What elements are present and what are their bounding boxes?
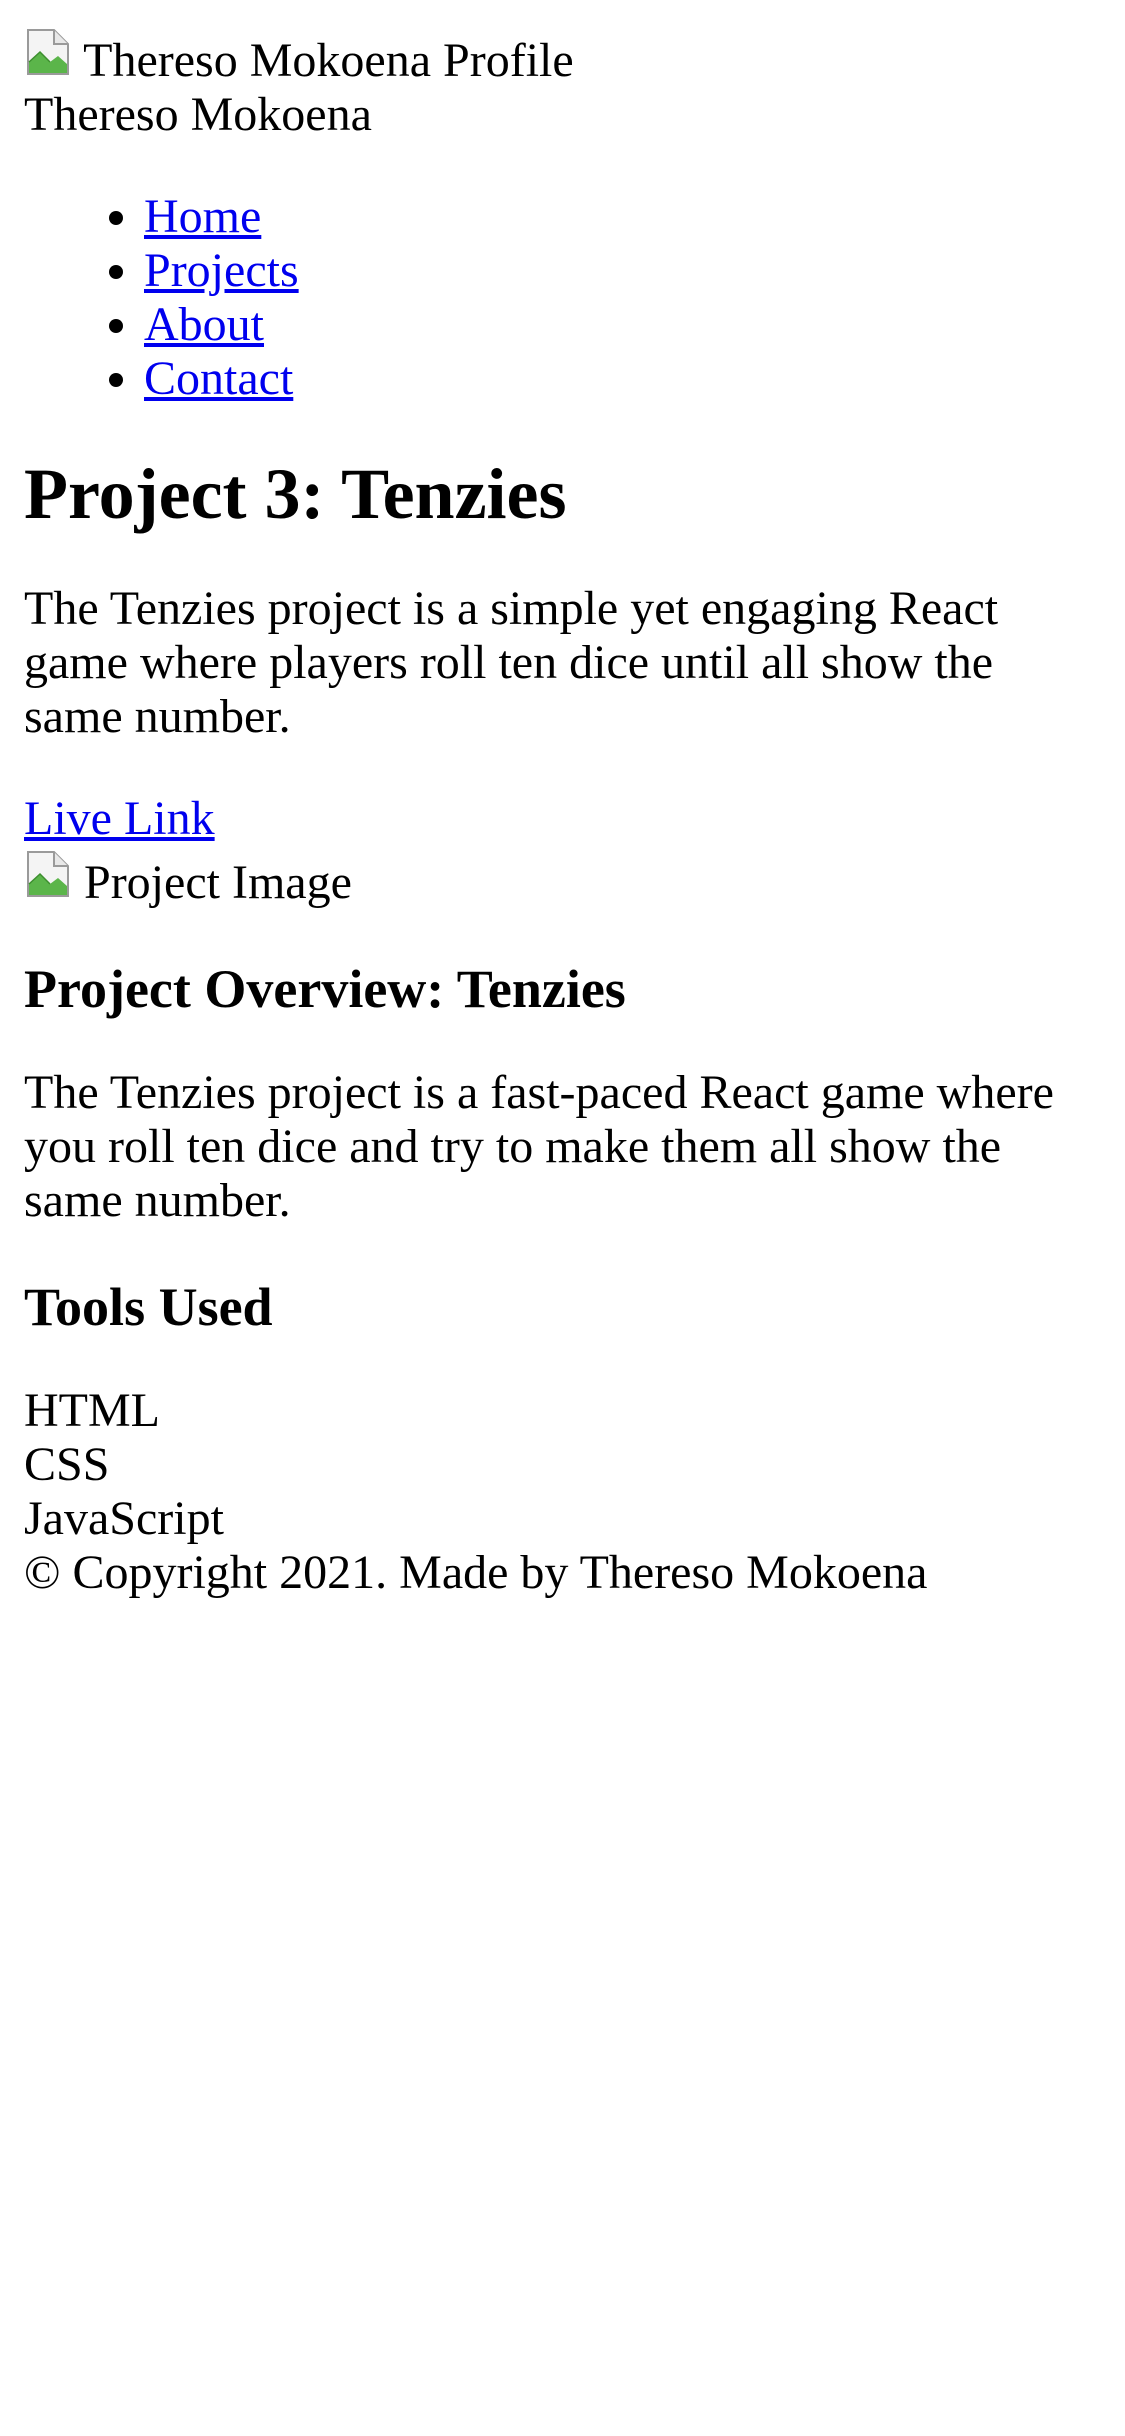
- tools-section: Tools Used HTML CSS JavaScript: [24, 1276, 1101, 1546]
- nav-link-home[interactable]: Home: [144, 190, 261, 243]
- main-nav: Home Projects About Contact: [24, 190, 1101, 406]
- copyright-text: © Copyright 2021. Made by Thereso Mokoen…: [24, 1546, 928, 1599]
- overview-text: The Tenzies project is a fast-paced Reac…: [24, 1066, 1054, 1227]
- tool-item: CSS: [24, 1438, 110, 1491]
- nav-item-home: Home: [144, 190, 1101, 244]
- site-header: Thereso Mokoena Profile Thereso Mokoena: [24, 24, 1101, 142]
- nav-item-contact: Contact: [144, 352, 1101, 406]
- tools-heading: Tools Used: [24, 1277, 273, 1337]
- nav-link-contact[interactable]: Contact: [144, 352, 293, 405]
- nav-list: Home Projects About Contact: [24, 190, 1101, 406]
- main-content: Project 3: Tenzies The Tenzies project i…: [24, 454, 1101, 1546]
- site-owner-name: Thereso Mokoena: [24, 88, 372, 141]
- tool-item: HTML: [24, 1384, 160, 1437]
- project-image-alt-text: Project Image: [84, 856, 352, 909]
- profile-image: Thereso Mokoena Profile: [24, 24, 1101, 88]
- broken-image-icon: [27, 851, 69, 897]
- broken-image-icon: [27, 29, 69, 75]
- site-footer: © Copyright 2021. Made by Thereso Mokoen…: [24, 1546, 1101, 1600]
- overview-heading: Project Overview: Tenzies: [24, 959, 626, 1019]
- nav-link-projects[interactable]: Projects: [144, 244, 299, 297]
- tool-item: JavaScript: [24, 1492, 224, 1545]
- project-description: The Tenzies project is a simple yet enga…: [24, 582, 999, 743]
- nav-item-about: About: [144, 298, 1101, 352]
- profile-image-alt-text: Thereso Mokoena Profile: [83, 34, 574, 87]
- live-link[interactable]: Live Link: [24, 792, 215, 846]
- nav-link-about[interactable]: About: [144, 298, 264, 351]
- nav-item-projects: Projects: [144, 244, 1101, 298]
- tools-list: HTML CSS JavaScript: [24, 1384, 1101, 1546]
- project-overview: Project Overview: Tenzies The Tenzies pr…: [24, 958, 1101, 1228]
- project-title: Project 3: Tenzies: [24, 454, 567, 534]
- project-image: Project Image: [24, 846, 1101, 910]
- page: Thereso Mokoena Profile Thereso Mokoena …: [0, 0, 1125, 1600]
